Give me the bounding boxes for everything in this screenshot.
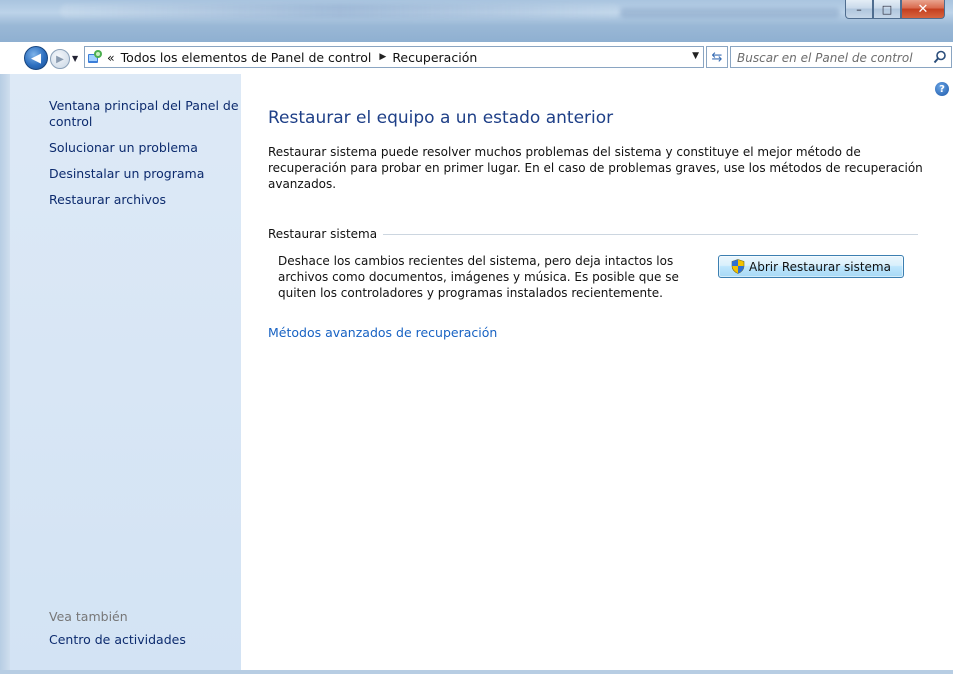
help-icon[interactable]: ? — [935, 82, 949, 96]
search-input[interactable] — [737, 49, 927, 67]
link-troubleshoot[interactable]: Solucionar un problema — [49, 140, 239, 156]
forward-arrow-icon: ▶ — [56, 53, 64, 65]
title-text-blurred — [60, 4, 620, 18]
link-action-center[interactable]: Centro de actividades — [49, 632, 239, 648]
page-title: Restaurar el equipo a un estado anterior — [268, 108, 614, 128]
maximize-button[interactable]: □ — [873, 0, 901, 19]
recent-pages-dropdown-icon[interactable]: ▼ — [72, 54, 78, 63]
minimize-button[interactable]: – — [845, 0, 873, 19]
refresh-button[interactable]: ⇆ — [706, 46, 728, 68]
open-system-restore-button[interactable]: Abrir Restaurar sistema — [718, 255, 904, 278]
breadcrumb-all-control-panel-items[interactable]: Todos los elementos de Panel de control — [121, 50, 372, 65]
task-links: Ventana principal del Panel de control S… — [49, 98, 239, 218]
search-icon[interactable] — [933, 50, 947, 64]
address-bar[interactable]: « Todos los elementos de Panel de contro… — [84, 46, 704, 68]
section-heading: Restaurar sistema — [268, 227, 378, 241]
control-panel-window: – □ ✕ ◀ ▶ ▼ « Todos los elementos de Pan… — [0, 0, 953, 674]
system-restore-description: Deshace los cambios recientes del sistem… — [278, 254, 679, 300]
link-restore-files[interactable]: Restaurar archivos — [49, 192, 239, 208]
close-button[interactable]: ✕ — [901, 0, 945, 19]
back-arrow-icon: ◀ — [31, 50, 41, 66]
see-also-heading: Vea también — [49, 609, 128, 624]
link-advanced-recovery-methods[interactable]: Métodos avanzados de recuperación — [268, 325, 497, 340]
navigation-bar: ◀ ▶ ▼ « Todos los elementos de Panel de … — [0, 42, 953, 74]
refresh-icon: ⇆ — [711, 49, 723, 65]
window-bottom-border — [0, 670, 953, 674]
link-control-panel-home[interactable]: Ventana principal del Panel de control — [49, 98, 239, 130]
page-description: Restaurar sistema puede resolver muchos … — [268, 145, 923, 191]
system-restore-section-header: Restaurar sistema — [268, 227, 918, 241]
link-uninstall-program[interactable]: Desinstalar un programa — [49, 166, 239, 182]
section-divider — [383, 233, 918, 235]
task-pane: Ventana principal del Panel de control S… — [10, 74, 241, 670]
forward-button[interactable]: ▶ — [50, 49, 70, 69]
address-dropdown-icon[interactable]: ▼ — [692, 51, 699, 61]
breadcrumb-overflow[interactable]: « — [107, 50, 115, 65]
breadcrumb-recovery[interactable]: Recuperación — [392, 50, 477, 65]
window-left-border — [0, 74, 10, 674]
search-box[interactable] — [730, 46, 952, 68]
back-button[interactable]: ◀ — [24, 46, 48, 70]
open-system-restore-label: Abrir Restaurar sistema — [749, 259, 891, 274]
control-panel-icon — [88, 50, 102, 63]
window-controls: – □ ✕ — [845, 0, 945, 20]
title-text-blurred-secondary — [620, 8, 840, 18]
breadcrumb-chevron-icon[interactable]: ▶ — [379, 52, 386, 62]
title-bar: – □ ✕ — [0, 0, 953, 42]
uac-shield-icon — [731, 259, 745, 274]
main-content: ? Restaurar el equipo a un estado anteri… — [241, 74, 953, 670]
see-also-section: Vea también Centro de actividades — [49, 609, 239, 648]
